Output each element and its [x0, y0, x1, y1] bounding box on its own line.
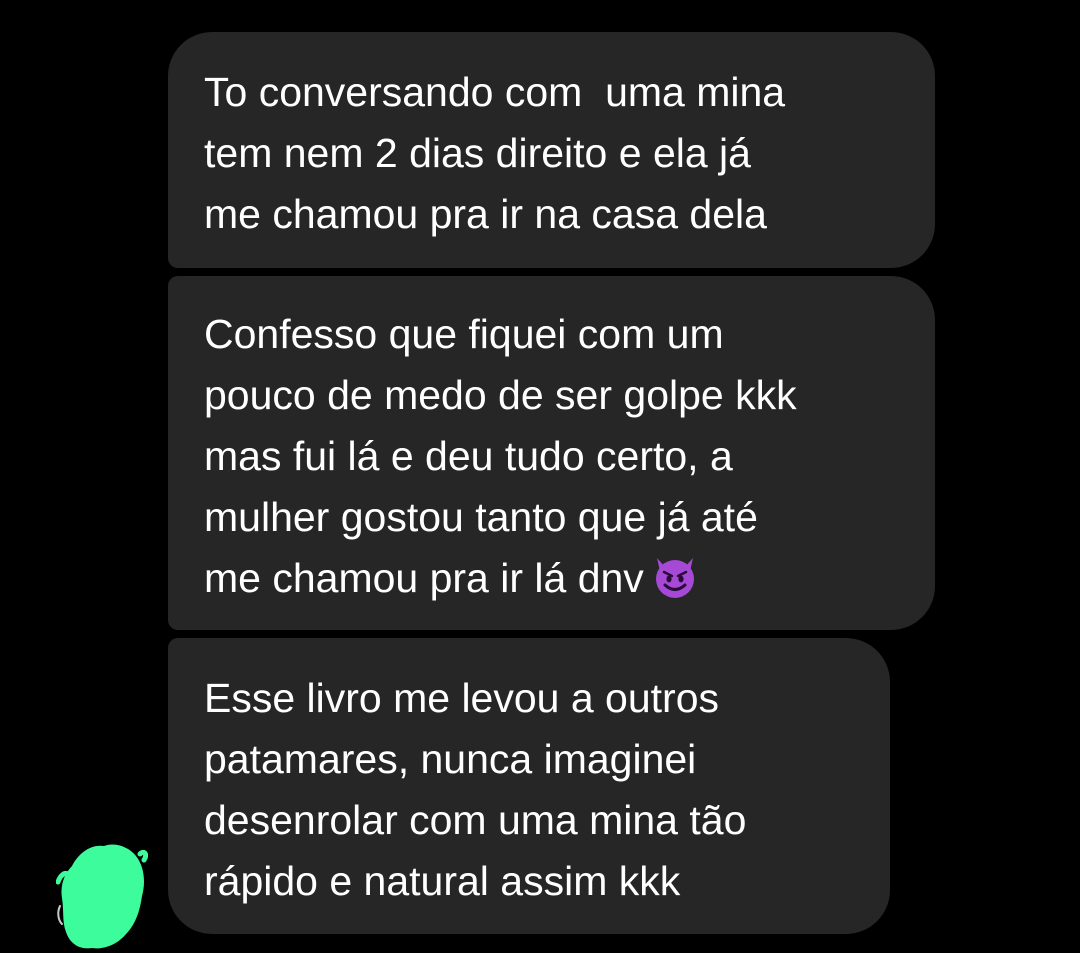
- message-line: Esse livro me levou a outros: [204, 675, 720, 721]
- avatar-redaction-scribble: [55, 844, 149, 949]
- message-line: rápido e natural assim kkk: [204, 858, 681, 904]
- message-bubble[interactable]: Confesso que fiquei com um pouco de medo…: [168, 276, 935, 630]
- message-line: Confesso que fiquei com um: [204, 311, 724, 357]
- message-bubble[interactable]: To conversando com uma mina tem nem 2 di…: [168, 32, 935, 268]
- message-line: patamares, nunca imaginei: [204, 736, 697, 782]
- message-line-with-emoji: me chamou pra ir lá dnv: [204, 548, 899, 609]
- message-line: mas fui lá e deu tudo certo, a: [204, 433, 733, 479]
- message-line: mulher gostou tanto que já até: [204, 494, 758, 540]
- smiling-devil-icon: [652, 554, 698, 600]
- avatar[interactable]: [55, 840, 149, 952]
- message-bubble[interactable]: Esse livro me levou a outros patamares, …: [168, 638, 890, 934]
- message-line: desenrolar com uma mina tão: [204, 797, 747, 843]
- message-line: pouco de medo de ser golpe kkk: [204, 372, 797, 418]
- message-line: me chamou pra ir lá dnv: [204, 555, 644, 601]
- message-line: me chamou pra ir na casa dela: [204, 191, 767, 237]
- message-line: To conversando com uma mina: [204, 69, 786, 115]
- message-line: tem nem 2 dias direito e ela já: [204, 130, 751, 176]
